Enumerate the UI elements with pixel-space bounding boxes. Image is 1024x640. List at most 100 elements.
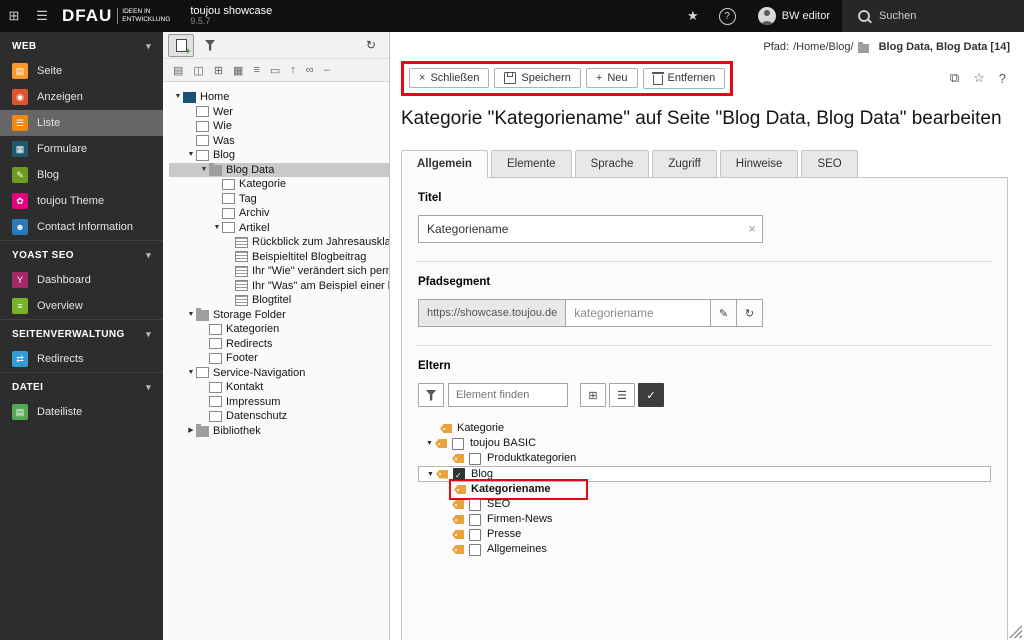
bookmark-star-icon[interactable]: ★ (677, 8, 709, 24)
tree-collapsed-icon[interactable]: ▶ (186, 424, 196, 439)
category-row-produktkategorien[interactable]: Produktkategorien (418, 451, 991, 466)
slug-input[interactable] (566, 299, 711, 327)
pagetree-item-blog-data[interactable]: ▼Blog Data (169, 163, 389, 178)
tree-expand-icon[interactable]: ▼ (186, 308, 196, 323)
doc-help-icon[interactable]: ? (999, 71, 1006, 86)
refresh-tree-button[interactable]: ↻ (358, 34, 384, 57)
category-row-firmen-news[interactable]: Firmen-News (418, 512, 991, 527)
drag-new-page-icon[interactable]: ▤ (173, 64, 183, 77)
tab-seo[interactable]: SEO (801, 150, 857, 177)
pagetree-item-datenschutz[interactable]: Datenschutz (169, 409, 389, 424)
open-new-window-icon[interactable]: ⧉ (950, 70, 959, 86)
tab-zugriff[interactable]: Zugriff (652, 150, 716, 177)
tab-elemente[interactable]: Elemente (491, 150, 572, 177)
pagetree-item-blogtitel[interactable]: Blogtitel (169, 293, 389, 308)
slug-recalculate-button[interactable]: ↻ (737, 299, 763, 327)
sidebar-item-overview[interactable]: ≡ Overview (0, 293, 163, 319)
drag-new-list-icon[interactable]: ≡ (253, 64, 259, 76)
module-grid-icon[interactable]: ⊞ (0, 0, 28, 32)
sidebar-item-liste[interactable]: ☰ Liste (0, 110, 163, 136)
category-checkbox[interactable] (469, 514, 481, 526)
sidebar-item-redirects[interactable]: ⇄ Redirects (0, 346, 163, 372)
sidebar-item-anzeigen[interactable]: ◉ Anzeigen (0, 84, 163, 110)
drag-new-folder-icon[interactable]: ▭ (270, 64, 280, 77)
eltern-filter-button[interactable] (418, 383, 444, 407)
tree-expand-icon[interactable]: ▼ (173, 90, 183, 105)
sidebar-item-dateiliste[interactable]: ▤ Dateiliste (0, 399, 163, 425)
section-header-yoast-seo[interactable]: YOAST SEO ▾ (0, 240, 163, 267)
pagetree-item-blog[interactable]: ▼Blog (169, 148, 389, 163)
category-checkbox[interactable] (452, 438, 464, 450)
tree-expand-icon[interactable]: ▼ (212, 221, 222, 236)
pagetree-item-service-navigation[interactable]: ▼Service-Navigation (169, 366, 389, 381)
pagetree-item-article-3[interactable]: Ihr "Wie" verändert sich permanent (169, 264, 389, 279)
toggle-selection-button[interactable]: ✓ (638, 383, 664, 407)
delete-button[interactable]: Entfernen (643, 68, 726, 89)
pagetree-item-footer[interactable]: Footer (169, 351, 389, 366)
pagetree-item-kategorien[interactable]: Kategorien (169, 322, 389, 337)
tree-expand-icon[interactable]: ▼ (186, 148, 196, 163)
category-row-toujou-basic[interactable]: ▼ toujou BASIC (418, 436, 991, 451)
tab-hinweise[interactable]: Hinweise (720, 150, 799, 177)
pagetree-item-was[interactable]: Was (169, 134, 389, 149)
category-row-kategorie[interactable]: Kategorie (418, 421, 991, 436)
close-button[interactable]: ×Schließen (409, 68, 489, 88)
help-icon[interactable]: ? (719, 8, 736, 25)
sidebar-item-toujou-theme[interactable]: ✿ toujou Theme (0, 188, 163, 214)
pagetree-item-storage-folder[interactable]: ▼Storage Folder (169, 308, 389, 323)
category-checkbox[interactable] (469, 544, 481, 556)
save-button[interactable]: Speichern (494, 68, 581, 88)
drag-new-divider-icon[interactable]: ┄ (324, 64, 331, 77)
pagetree-item-wer[interactable]: Wer (169, 105, 389, 120)
tree-expand-icon[interactable]: ▼ (199, 163, 209, 178)
list-view-button[interactable]: ☰ (609, 383, 635, 407)
section-header-datei[interactable]: DATEI ▾ (0, 372, 163, 399)
sidebar-item-blog[interactable]: ✎ Blog (0, 162, 163, 188)
pagetree-item-wie[interactable]: Wie (169, 119, 389, 134)
category-row-allgemeines[interactable]: Allgemeines (418, 542, 991, 557)
clear-input-icon[interactable]: × (748, 221, 756, 236)
global-search[interactable]: Suchen (842, 0, 1024, 32)
category-row-kategoriename[interactable]: Kategoriename (418, 482, 991, 497)
bookmark-outline-icon[interactable]: ☆ (973, 70, 985, 86)
drag-new-link-icon[interactable]: ∞ (306, 64, 314, 76)
user-menu[interactable]: BW editor (746, 0, 842, 32)
expand-all-button[interactable]: ⊞ (580, 383, 606, 407)
pagetree-item-home[interactable]: ▼Home (169, 90, 389, 105)
pagetree-item-artikel[interactable]: ▼Artikel (169, 221, 389, 236)
sidebar-item-contact-information[interactable]: ☻ Contact Information (0, 214, 163, 240)
category-checkbox[interactable] (469, 499, 481, 511)
drag-new-media-icon[interactable]: ▦ (233, 64, 243, 77)
category-checkbox[interactable] (469, 453, 481, 465)
pagetree-item-archiv[interactable]: Archiv (169, 206, 389, 221)
drag-new-shortcut-icon[interactable]: ◫ (193, 64, 203, 77)
new-button[interactable]: +Neu (586, 68, 638, 88)
pagetree-item-bibliothek[interactable]: ▶Bibliothek (169, 424, 389, 439)
titel-input[interactable] (418, 215, 763, 243)
pagetree-toggle-icon[interactable]: ☰ (28, 0, 56, 32)
sidebar-item-dashboard[interactable]: Y Dashboard (0, 267, 163, 293)
tree-expand-icon[interactable]: ▼ (424, 436, 435, 451)
pagetree-item-article-1[interactable]: Rückblick zum Jahresausklangsever (169, 235, 389, 250)
pagetree-item-kategorie[interactable]: Kategorie (169, 177, 389, 192)
tab-sprache[interactable]: Sprache (575, 150, 650, 177)
pagetree-item-kontakt[interactable]: Kontakt (169, 380, 389, 395)
section-header-seitenverwaltung[interactable]: SEITENVERWALTUNG ▾ (0, 319, 163, 346)
eltern-filter-input[interactable] (448, 383, 568, 407)
sidebar-item-formulare[interactable]: ▦ Formulare (0, 136, 163, 162)
drag-new-mount-icon[interactable]: ↑ (290, 64, 296, 76)
sidebar-item-seite[interactable]: ▤ Seite (0, 58, 163, 84)
tree-expand-icon[interactable]: ▼ (186, 366, 196, 381)
category-row-presse[interactable]: Presse (418, 527, 991, 542)
pagetree-item-impressum[interactable]: Impressum (169, 395, 389, 410)
tree-expand-icon[interactable]: ▼ (425, 467, 436, 482)
tab-allgemein[interactable]: Allgemein (401, 150, 488, 178)
pagetree-item-redirects[interactable]: Redirects (169, 337, 389, 352)
pagetree-item-article-2[interactable]: Beispieltitel Blogbeitrag (169, 250, 389, 265)
new-page-toggle-button[interactable] (168, 34, 194, 57)
filter-button[interactable] (197, 34, 223, 57)
category-checkbox-checked[interactable] (453, 468, 465, 480)
slug-edit-button[interactable]: ✎ (711, 299, 737, 327)
section-header-web[interactable]: WEB ▾ (0, 32, 163, 58)
pagetree-item-article-4[interactable]: Ihr "Was" am Beispiel einer bestimm (169, 279, 389, 294)
